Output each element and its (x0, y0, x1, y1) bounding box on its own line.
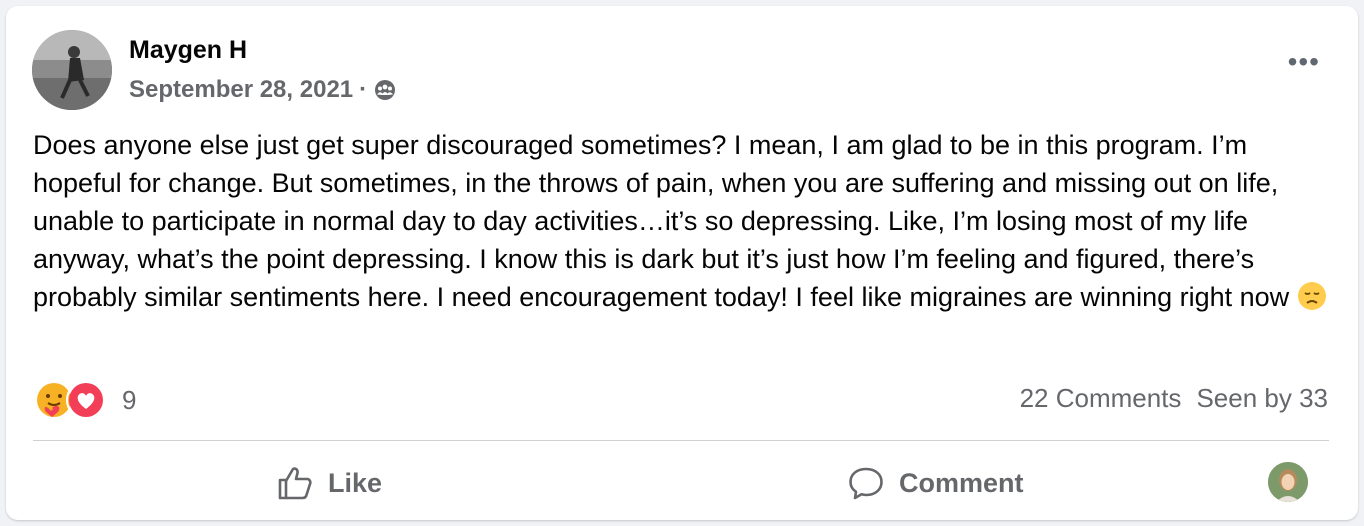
post-stats: 22 Comments Seen by 33 (1020, 383, 1328, 414)
seen-by-link[interactable]: Seen by 33 (1196, 383, 1328, 414)
reactions-summary[interactable]: 9 (34, 380, 136, 420)
post-date[interactable]: September 28, 2021 (129, 76, 353, 104)
actions-divider (33, 440, 1329, 441)
thumbs-up-icon (278, 467, 312, 500)
current-user-avatar[interactable] (1268, 462, 1308, 502)
meta-separator: · (359, 76, 368, 103)
post-body: Does anyone else just get super discoura… (33, 126, 1333, 316)
comment-icon (849, 467, 883, 500)
like-button[interactable]: Like (276, 464, 382, 502)
comments-count-link[interactable]: 22 Comments (1020, 383, 1182, 414)
disappointed-face-emoji (1297, 282, 1326, 310)
love-reaction-icon (66, 380, 106, 420)
comment-button[interactable]: Comment (847, 464, 1024, 502)
post-card: Maygen H September 28, 2021 · ••• Does a… (6, 6, 1358, 520)
author-name[interactable]: Maygen H (129, 36, 247, 65)
reaction-count: 9 (122, 384, 137, 415)
more-options-icon[interactable]: ••• (1288, 48, 1320, 76)
author-avatar[interactable] (32, 30, 112, 110)
comment-label: Comment (899, 467, 1024, 498)
group-icon (375, 80, 396, 100)
post-body-text: Does anyone else just get super discoura… (33, 130, 1290, 312)
like-label: Like (328, 467, 383, 498)
post-meta: September 28, 2021 · (129, 76, 397, 104)
